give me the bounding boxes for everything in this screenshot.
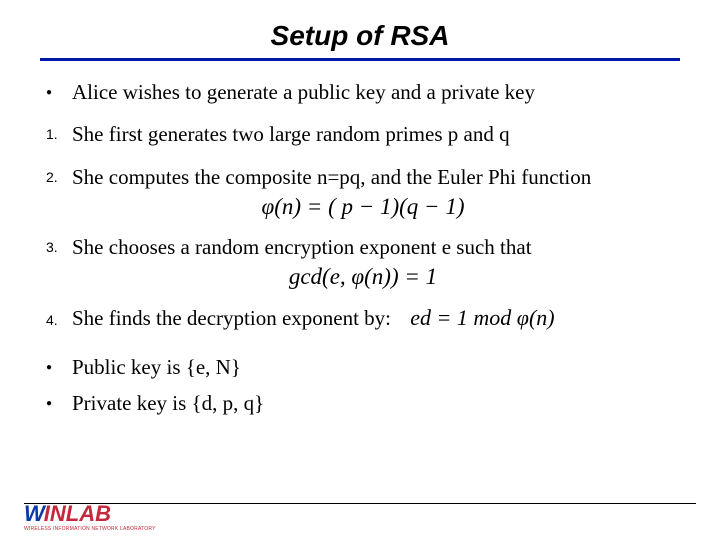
list-item: ● Private key is {d, p, q} (46, 390, 680, 416)
slide-title: Setup of RSA (40, 20, 680, 58)
number-marker: 2. (46, 164, 72, 185)
logo-letters-inlab: INLAB (44, 503, 111, 525)
content-area: ● Alice wishes to generate a public key … (40, 79, 680, 416)
bullet-marker: ● (46, 354, 72, 373)
winlab-logo: WINLAB WIRELESS INFORMATION NETWORK LABO… (24, 503, 156, 532)
formula-ed: ed = 1 mod φ(n) (410, 305, 554, 330)
item-text: She computes the composite n=pq, and the… (72, 164, 591, 190)
item-text-span: She finds the decryption exponent by: (72, 306, 391, 330)
logo-subtitle: WIRELESS INFORMATION NETWORK LABORATORY (24, 526, 156, 532)
formula-phi: φ(n) = ( p − 1)(q − 1) (46, 194, 680, 220)
item-text: Public key is {e, N} (72, 354, 241, 380)
list-item: ● Alice wishes to generate a public key … (46, 79, 680, 105)
item-text: Private key is {d, p, q} (72, 390, 264, 416)
item-text: She finds the decryption exponent by: ed… (72, 304, 555, 332)
number-marker: 1. (46, 121, 72, 142)
slide: Setup of RSA ● Alice wishes to generate … (0, 0, 720, 540)
logo-wordmark: WINLAB (24, 503, 111, 525)
list-item: ● Public key is {e, N} (46, 354, 680, 380)
item-text: She chooses a random encryption exponent… (72, 234, 532, 260)
item-text: She first generates two large random pri… (72, 121, 510, 147)
formula-text: gcd(e, φ(n)) = 1 (289, 264, 437, 289)
formula-text: φ(n) = ( p − 1)(q − 1) (262, 194, 465, 219)
title-underline (40, 58, 680, 61)
number-marker: 4. (46, 307, 72, 328)
list-item: 4. She finds the decryption exponent by:… (46, 304, 680, 332)
item-text: Alice wishes to generate a public key an… (72, 79, 535, 105)
number-marker: 3. (46, 234, 72, 255)
list-item: 2. She computes the composite n=pq, and … (46, 164, 680, 190)
bullet-marker: ● (46, 79, 72, 98)
list-item: 1. She first generates two large random … (46, 121, 680, 147)
list-item: 3. She chooses a random encryption expon… (46, 234, 680, 260)
bullet-marker: ● (46, 390, 72, 409)
formula-gcd: gcd(e, φ(n)) = 1 (46, 264, 680, 290)
logo-letter-w: W (24, 503, 44, 525)
